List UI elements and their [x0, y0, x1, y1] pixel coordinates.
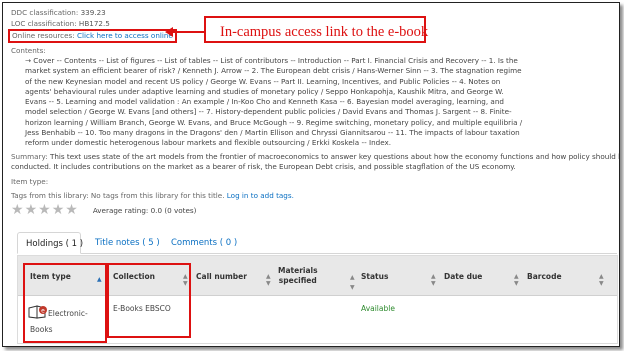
collection-highlight: [107, 263, 191, 338]
tab-title-notes[interactable]: Title notes ( 5 ): [87, 232, 168, 254]
contents-line: model selection / George W. Evans [and o…: [25, 107, 512, 117]
tab-holdings[interactable]: Holdings ( 1 ): [17, 232, 83, 254]
ddc-label: DDC classification:: [11, 8, 79, 17]
star-icon[interactable]: ★: [65, 203, 78, 217]
col-status[interactable]: Status ▲ ▼: [361, 256, 441, 296]
callout-text: In-campus access link to the e-book: [220, 24, 429, 40]
sort-icon: ▲ ▼: [599, 273, 604, 287]
col-materials-specified[interactable]: Materials specified ▲ ▼: [278, 256, 360, 296]
col-barcode-label: Barcode: [527, 271, 562, 281]
item-type-label: Item type:: [11, 177, 49, 187]
star-icon[interactable]: ★: [38, 203, 51, 217]
rating: ★ ★ ★ ★ ★ Average rating: 0.0 (0 votes): [11, 203, 609, 217]
arrow-left-icon: [165, 27, 173, 37]
summary: Summary: This text uses state of the art…: [11, 151, 619, 173]
contents-line: Evans -- 5. Learning and model validatio…: [25, 97, 504, 107]
item-type-highlight: [23, 263, 107, 343]
sort-icon: ▲ ▼: [514, 273, 519, 287]
star-icon[interactable]: ★: [11, 203, 24, 217]
star-icon[interactable]: ★: [25, 203, 38, 217]
col-materials-label-line2: specified: [278, 276, 317, 285]
sort-icon: ▲ ▼: [266, 273, 271, 287]
cell-status: Available: [361, 304, 395, 313]
col-call-number-label: Call number: [196, 271, 247, 281]
contents-body: → Cover -- Contents -- List of figures -…: [25, 56, 609, 149]
contents-line: market system an efficient bearer of ris…: [25, 66, 522, 76]
online-resources-highlight: Online resources: Click here to access o…: [8, 29, 177, 43]
col-date-due[interactable]: Date due ▲ ▼: [444, 256, 524, 296]
col-date-due-label: Date due: [444, 271, 483, 281]
contents-line: Jess Benhabib -- 10. Too many dragons in…: [25, 128, 520, 138]
holdings-tabs: Holdings ( 1 ) Title notes ( 5 ) Comment…: [17, 232, 617, 254]
summary-line: conducted. It includes contributions on …: [11, 161, 516, 171]
online-resources-label: Online resources:: [12, 31, 75, 40]
loc-label: LOC classification:: [11, 19, 77, 28]
ddc-value: 339.23: [80, 8, 106, 17]
average-rating: Average rating: 0.0 (0 votes): [92, 205, 197, 215]
contents-line: of the new Keynesian model and recent US…: [25, 76, 501, 86]
page-frame: DDC classification: 339.23 LOC classific…: [2, 2, 620, 347]
online-access-link[interactable]: Click here to access online: [77, 31, 173, 40]
star-icon[interactable]: ★: [52, 203, 65, 217]
tab-comments[interactable]: Comments ( 0 ): [163, 232, 245, 254]
tags-text: Tags from this library: No tags from thi…: [11, 191, 227, 201]
col-materials-label: Materials specified: [278, 266, 318, 286]
summary-label: Summary:: [11, 151, 48, 161]
contents-label: Contents:: [11, 46, 46, 55]
contents-line: reform under domestic heterogenous labou…: [25, 138, 392, 148]
sort-icon: ▲ ▼: [431, 273, 436, 287]
holdings-table: Item type ▲ Collection ▲ ▼ Call number ▲ ▼…: [17, 255, 618, 344]
callout-arrow-line: [171, 31, 205, 33]
summary-line: This text uses state of the art models f…: [49, 151, 620, 161]
contents-line: → Cover -- Contents -- List of figures -…: [25, 56, 518, 65]
contents-line: horizon learning / William Branch, Georg…: [25, 117, 523, 127]
tags-line: Tags from this library: No tags from thi…: [11, 190, 609, 201]
col-barcode[interactable]: Barcode ▲ ▼: [527, 256, 609, 296]
callout-box: In-campus access link to the e-book: [204, 16, 429, 43]
col-materials-label-line1: Materials: [278, 266, 318, 275]
sort-icon: ▲ ▼: [350, 274, 355, 291]
login-add-tags-link[interactable]: Log in to add tags.: [227, 191, 294, 200]
col-status-label: Status: [361, 271, 389, 281]
contents-line: agents' behavioural rules under adaptive…: [25, 86, 504, 96]
col-call-number[interactable]: Call number ▲ ▼: [196, 256, 276, 296]
loc-value: HB172.5: [78, 19, 110, 28]
